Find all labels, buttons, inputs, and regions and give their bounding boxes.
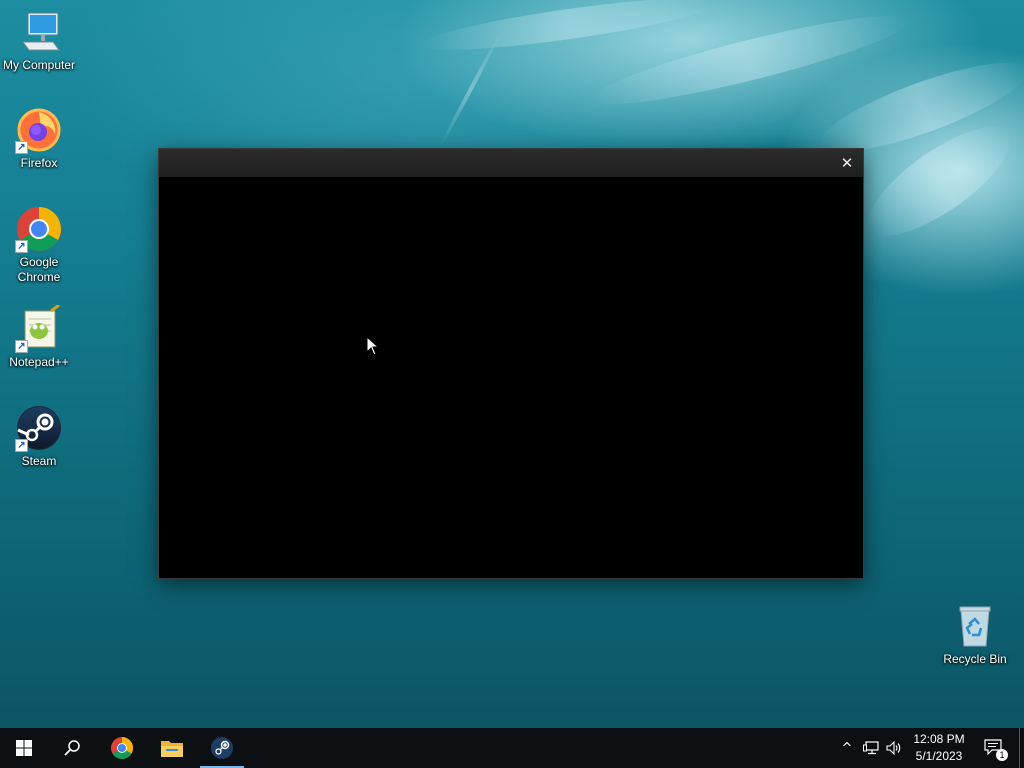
- mouse-cursor-icon: [366, 335, 380, 356]
- close-icon: ✕: [840, 154, 854, 172]
- app-window[interactable]: ✕: [159, 149, 863, 578]
- desktop-icon-google-chrome[interactable]: ↗ Google Chrome: [1, 205, 77, 285]
- desktop-background: My Computer ↗ Firefox ↗ Google Chrome ↗ …: [0, 0, 1024, 728]
- recycle-bin-icon: [951, 602, 999, 650]
- start-button[interactable]: [0, 728, 48, 768]
- steam-taskbar-button[interactable]: [198, 728, 246, 768]
- desktop-icon-label: Notepad++: [9, 355, 69, 369]
- desktop-icon-label: Steam: [21, 454, 57, 468]
- desktop-icon-label: Firefox: [20, 156, 58, 170]
- clock-time: 12:08 PM: [913, 732, 965, 746]
- window-titlebar[interactable]: ✕: [159, 149, 863, 177]
- taskbar: ^ 12:08 PM 5/1/2023 1: [0, 728, 1024, 768]
- desktop-icon-label: My Computer: [2, 58, 76, 72]
- notification-count-badge: 1: [996, 749, 1008, 761]
- chevron-up-icon: ^: [841, 740, 853, 756]
- shortcut-arrow-icon: ↗: [15, 141, 28, 154]
- network-status-button[interactable]: [860, 728, 882, 768]
- chrome-taskbar-button[interactable]: [98, 728, 146, 768]
- search-button[interactable]: [48, 728, 96, 768]
- steam-icon: [211, 737, 233, 759]
- desktop-icon-my-computer[interactable]: My Computer: [1, 8, 77, 73]
- file-explorer-taskbar-button[interactable]: [148, 728, 196, 768]
- close-button[interactable]: ✕: [831, 149, 863, 177]
- speaker-icon: [886, 741, 901, 755]
- chrome-icon: [111, 737, 133, 759]
- show-desktop-button[interactable]: [1019, 728, 1020, 768]
- desktop-icon-firefox[interactable]: ↗ Firefox: [1, 106, 77, 171]
- volume-button[interactable]: [883, 728, 905, 768]
- chrome-icon: ↗: [15, 205, 63, 253]
- network-icon: [863, 741, 879, 755]
- shortcut-arrow-icon: ↗: [15, 240, 28, 253]
- notepad-plus-plus-icon: ↗: [15, 303, 63, 353]
- action-center-button[interactable]: 1: [978, 728, 1010, 768]
- clock[interactable]: 12:08 PM 5/1/2023: [906, 728, 972, 768]
- light-streak: [417, 0, 720, 60]
- folder-icon: [161, 741, 183, 757]
- shortcut-arrow-icon: ↗: [15, 439, 28, 452]
- shortcut-arrow-icon: ↗: [15, 340, 28, 353]
- desktop-icon-steam[interactable]: ↗ Steam: [1, 404, 77, 469]
- desktop-icon-label: Recycle Bin: [943, 652, 1007, 666]
- my-computer-icon: [15, 8, 63, 56]
- show-hidden-icons-button[interactable]: ^: [836, 728, 858, 768]
- desktop-icon-notepad-plus-plus[interactable]: ↗ Notepad++: [1, 303, 77, 370]
- clock-date: 5/1/2023: [915, 749, 963, 763]
- firefox-icon: ↗: [15, 106, 63, 154]
- steam-icon: ↗: [15, 404, 63, 452]
- desktop-icon-recycle-bin[interactable]: Recycle Bin: [937, 602, 1013, 667]
- windows-logo-icon: [16, 740, 32, 756]
- search-icon: [64, 740, 80, 756]
- desktop-icon-label: Google Chrome: [17, 255, 61, 284]
- window-content[interactable]: [159, 177, 863, 578]
